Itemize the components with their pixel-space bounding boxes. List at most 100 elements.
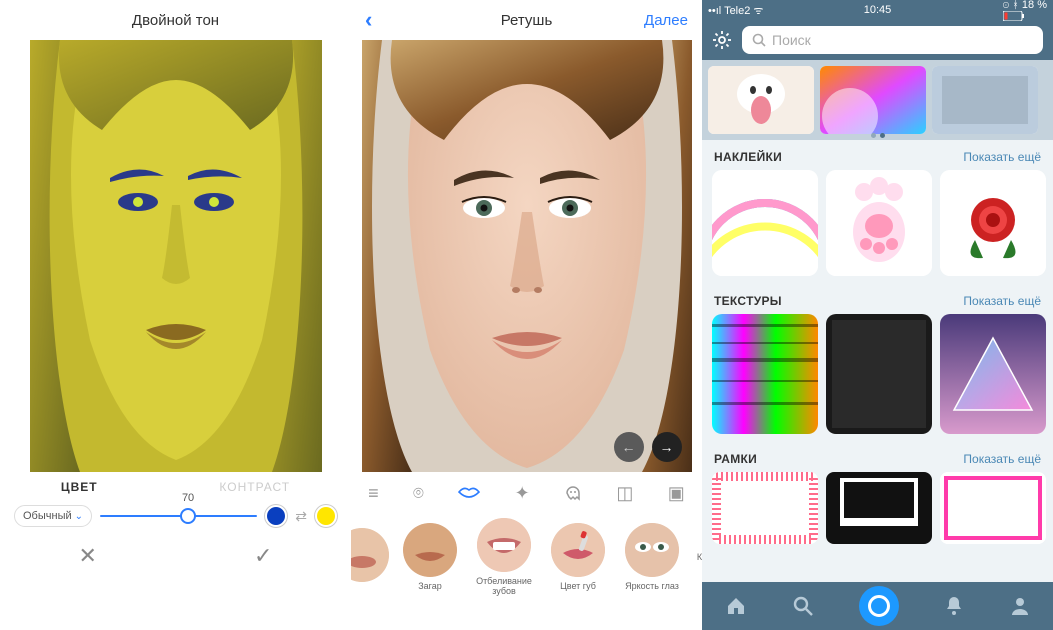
frame-icon[interactable]: ▣ (668, 483, 685, 504)
tab-color[interactable]: ЦВЕТ (61, 480, 98, 494)
carousel-item[interactable] (932, 66, 1038, 134)
preset-lipcolor[interactable]: Цвет губ (545, 523, 611, 591)
check-icon: ✓ (254, 543, 272, 568)
textures-header: ТЕКСТУРЫ Показать ещё (702, 284, 1053, 314)
preset-next-partial[interactable]: Кр (693, 552, 702, 562)
carousel-item[interactable] (820, 66, 926, 134)
frames-header: РАМКИ Показать ещё (702, 442, 1053, 472)
frames-row[interactable] (702, 472, 1053, 544)
cancel-button[interactable]: ✕ (0, 543, 176, 569)
search-icon (752, 33, 766, 47)
search-icon (792, 595, 814, 617)
carousel-item[interactable] (708, 66, 814, 134)
panel2-title: Ретушь (501, 12, 553, 29)
frames-title: РАМКИ (714, 452, 757, 466)
status-right: ⊙ ᚼ 18 % (1003, 0, 1047, 21)
tool-tabs: ≡ ⌾ ✦ ◫ ▣ (351, 472, 702, 514)
ghost-icon[interactable] (564, 484, 582, 502)
tab-bar (702, 582, 1053, 630)
status-bar: ••ıl Tele2 ᯤ 10:45 ⊙ ᚼ 18 % (702, 0, 1053, 20)
battery-label: 18 % (1022, 0, 1047, 11)
preset-label: Загар (397, 581, 463, 591)
bell-icon (944, 595, 964, 617)
texture-dark[interactable] (826, 314, 932, 434)
carousel-dots (871, 133, 885, 138)
status-left: ••ıl Tele2 ᯤ (708, 3, 763, 18)
stickers-row[interactable] (702, 170, 1053, 284)
adjust-icon[interactable]: ≡ (368, 483, 379, 504)
frame-pink[interactable] (712, 472, 818, 544)
filters-icon[interactable]: ⌾ (413, 483, 424, 504)
textures-more[interactable]: Показать ещё (963, 294, 1041, 308)
preset-label: Цвет губ (545, 581, 611, 591)
textures-row[interactable] (702, 314, 1053, 442)
tab-home[interactable] (725, 595, 747, 617)
texture-prism[interactable] (940, 314, 1046, 434)
bluetooth-icon: ᚼ (1012, 0, 1022, 11)
sparkle-icon[interactable]: ✦ (515, 483, 530, 504)
face-render-natural (362, 40, 692, 472)
carousel-prev[interactable]: ← (614, 432, 644, 462)
settings-button[interactable] (712, 30, 732, 50)
carrier-label: Tele2 (724, 5, 750, 17)
slider-value: 70 (182, 492, 194, 504)
tab-notifications[interactable] (944, 595, 964, 617)
duotone-tabs: ЦВЕТ КОНТРАСТ (0, 480, 351, 494)
swatch-shadows[interactable] (265, 505, 287, 527)
lips-icon[interactable] (458, 486, 480, 500)
frame-polaroid[interactable] (826, 472, 932, 544)
preset-tan[interactable]: Загар (397, 523, 463, 591)
tab-profile[interactable] (1009, 595, 1031, 617)
confirm-button[interactable]: ✓ (176, 543, 352, 569)
face-render-duotone (30, 40, 322, 472)
swatch-highlights[interactable] (315, 505, 337, 527)
panel1-header: Двойной тон (0, 0, 351, 40)
stickers-more[interactable]: Показать ещё (963, 150, 1041, 164)
duotone-image (30, 40, 322, 472)
search-input[interactable]: Поиск (742, 26, 1043, 54)
search-placeholder: Поиск (772, 32, 811, 48)
textures-title: ТЕКСТУРЫ (714, 294, 782, 308)
preset-label: Яркость глаз (619, 581, 685, 591)
retouch-panel: ‹ Ретушь Далее (351, 0, 702, 630)
sticker-paw[interactable] (826, 170, 932, 276)
bottom-actions: ✕ ✓ (0, 532, 351, 580)
wifi-icon: ᯤ (753, 5, 763, 17)
chevron-down-icon: ⌄ (75, 511, 83, 522)
sticker-rose[interactable] (940, 170, 1046, 276)
next-button[interactable]: Далее (644, 12, 688, 29)
circle-icon (868, 595, 890, 617)
search-row: Поиск (702, 20, 1053, 60)
person-icon (1009, 595, 1031, 617)
signal-icon: ••ıl (708, 5, 724, 17)
intensity-slider[interactable]: 70 (100, 504, 257, 528)
retouch-presets[interactable]: Загар Отбеливание зубов Цвет губ Яркость… (351, 514, 702, 600)
home-icon (725, 595, 747, 617)
preset-prev-partial[interactable] (359, 528, 389, 586)
slider-track (100, 515, 257, 517)
slider-thumb[interactable] (180, 508, 196, 524)
frames-more[interactable]: Показать ещё (963, 452, 1041, 466)
dot (871, 133, 876, 138)
panel1-title: Двойной тон (132, 12, 219, 29)
preset-label: Кр (693, 552, 702, 562)
back-button[interactable]: ‹ (365, 7, 372, 33)
panel2-header: ‹ Ретушь Далее (351, 0, 702, 40)
texture-glitch[interactable] (712, 314, 818, 434)
tab-contrast[interactable]: КОНТРАСТ (219, 480, 290, 494)
tab-create[interactable] (859, 586, 899, 626)
blend-mode-pill[interactable]: Обычный ⌄ (14, 505, 92, 527)
retouch-image: ← → (362, 40, 692, 472)
featured-carousel[interactable] (702, 60, 1053, 140)
crop-icon[interactable]: ◫ (616, 483, 633, 504)
preset-teeth[interactable]: Отбеливание зубов (471, 518, 537, 596)
preset-eyebright[interactable]: Яркость глаз (619, 523, 685, 591)
sticker-rainbow[interactable] (712, 170, 818, 276)
tab-search[interactable] (792, 595, 814, 617)
preset-label: Отбеливание зубов (471, 576, 537, 596)
battery-icon (1003, 11, 1025, 21)
frame-neon[interactable] (940, 472, 1046, 544)
swap-icon[interactable]: ⇄ (295, 508, 307, 525)
carousel-next[interactable]: → (652, 432, 682, 462)
status-time: 10:45 (864, 4, 892, 16)
